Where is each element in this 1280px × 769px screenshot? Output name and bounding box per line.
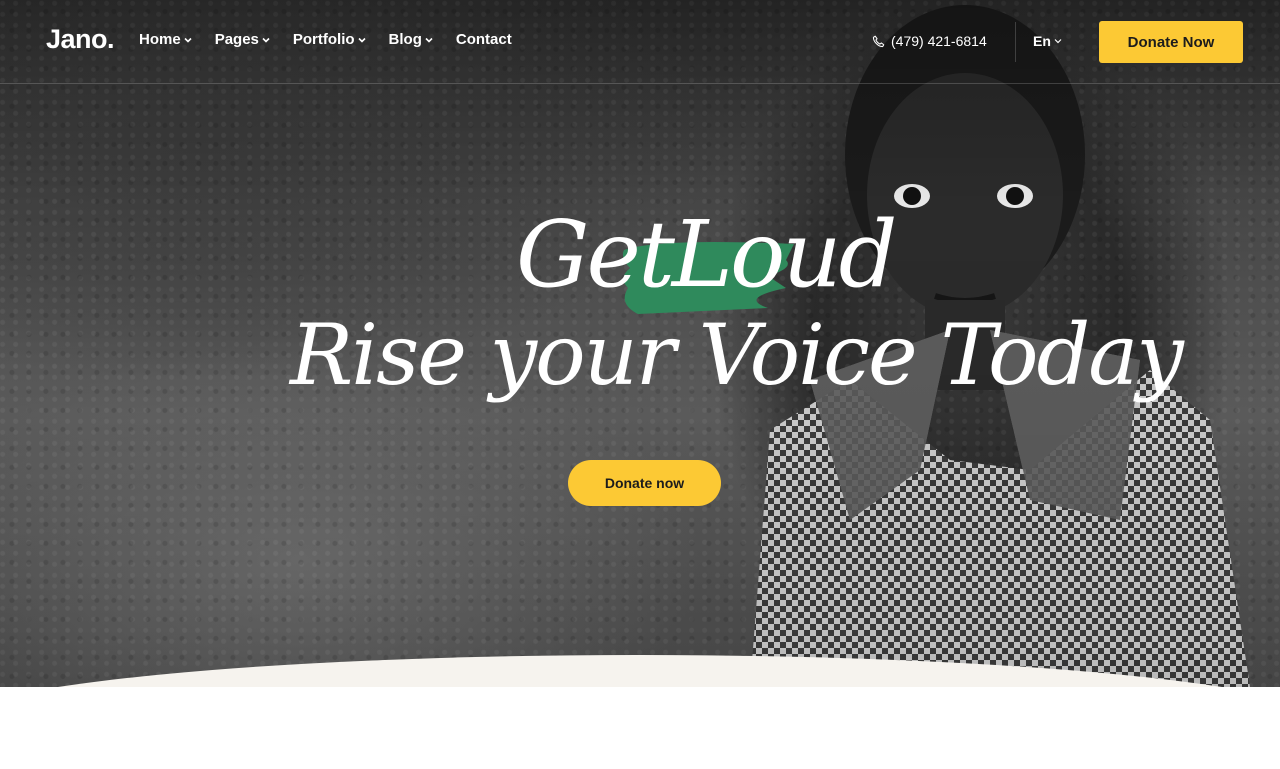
nav-item-contact[interactable]: Contact bbox=[456, 31, 512, 48]
language-selector[interactable]: En bbox=[1033, 33, 1063, 49]
nav-item-home[interactable]: Home bbox=[139, 31, 193, 48]
header-phone[interactable]: (479) 421-6814 bbox=[872, 33, 987, 49]
phone-icon bbox=[872, 35, 885, 47]
chevron-down-icon bbox=[184, 37, 192, 43]
nav-item-label: Home bbox=[139, 31, 181, 48]
nav-item-label: Portfolio bbox=[292, 31, 355, 48]
nav-item-portfolio[interactable]: Portfolio bbox=[293, 31, 367, 48]
phone-number: (479) 421-6814 bbox=[891, 33, 987, 49]
language-label: En bbox=[1033, 33, 1051, 49]
donate-now-button[interactable]: Donate Now bbox=[1099, 21, 1243, 63]
hero-headline-line1: GetLoud bbox=[516, 200, 898, 310]
hero-headline-loud: Loud bbox=[671, 201, 898, 308]
nav-item-label: Contact bbox=[455, 31, 512, 48]
nav-item-label: Pages bbox=[214, 31, 259, 48]
header-divider bbox=[1015, 22, 1016, 62]
chevron-down-icon bbox=[1054, 39, 1062, 44]
hero-donate-button[interactable]: Donate now bbox=[568, 460, 721, 506]
hero-headline-get: Get bbox=[516, 201, 675, 308]
site-logo[interactable]: Jano. bbox=[46, 24, 115, 55]
chevron-down-icon bbox=[357, 37, 366, 43]
chevron-down-icon bbox=[262, 37, 270, 43]
main-nav: Home Pages Portfolio Blog Contact bbox=[139, 31, 534, 48]
nav-item-blog[interactable]: Blog bbox=[389, 31, 434, 48]
nav-item-pages[interactable]: Pages bbox=[215, 31, 271, 48]
nav-item-label: Blog bbox=[388, 31, 422, 48]
hero-headline-line2: Rise your Voice Today bbox=[290, 306, 1184, 404]
site-header: Jano. Home Pages Portfolio Blog Contact … bbox=[0, 0, 1280, 84]
chevron-down-icon bbox=[425, 37, 433, 43]
